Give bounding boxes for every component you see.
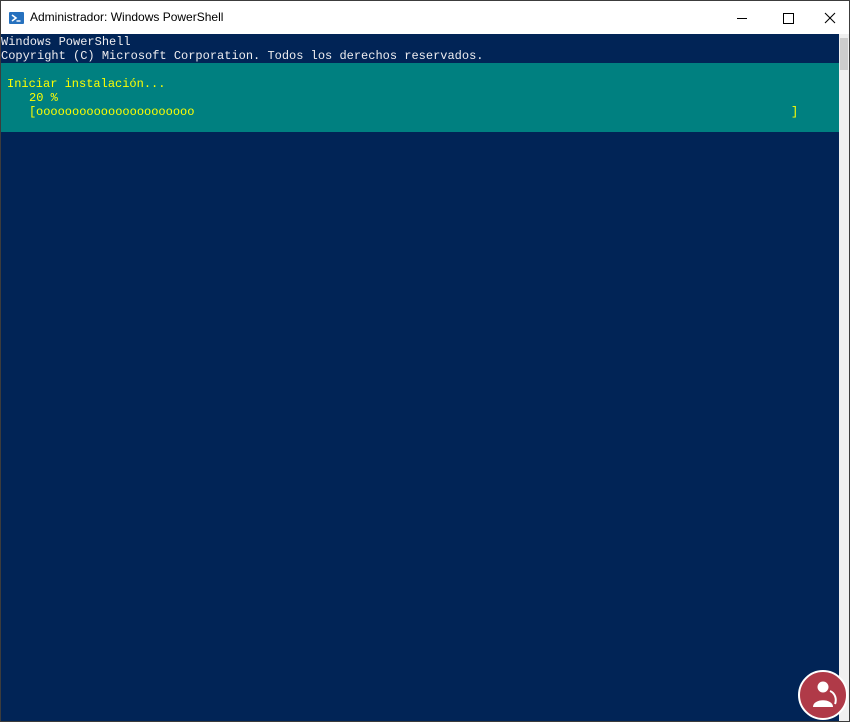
progress-percent: 20 % [29,91,58,105]
close-button[interactable] [811,1,849,34]
progress-bar-fill: oooooooooooooooooooooo [36,105,195,119]
powershell-window: Administrador: Windows PowerShell Window… [0,0,850,722]
maximize-button[interactable] [765,1,811,34]
window-title: Administrador: Windows PowerShell [30,10,224,24]
console-area[interactable]: Windows PowerShell Copyright (C) Microso… [1,34,839,721]
progress-panel: Iniciar instalación... 20 % [ oooooooooo… [1,63,839,132]
progress-activity: Iniciar instalación... [7,77,166,91]
powershell-icon[interactable] [9,11,24,24]
maximize-icon [783,13,794,24]
close-icon [824,12,836,24]
minimize-button[interactable] [719,1,765,34]
vertical-scrollbar[interactable] [839,34,849,721]
console-line: Copyright (C) Microsoft Corporation. Tod… [1,49,484,63]
title-bar[interactable]: Administrador: Windows PowerShell [1,1,849,34]
progress-bar-close: ] [791,105,799,119]
solvetic-logo-icon [797,669,849,721]
scrollbar-thumb[interactable] [840,38,848,70]
console-line: Windows PowerShell [1,35,131,49]
